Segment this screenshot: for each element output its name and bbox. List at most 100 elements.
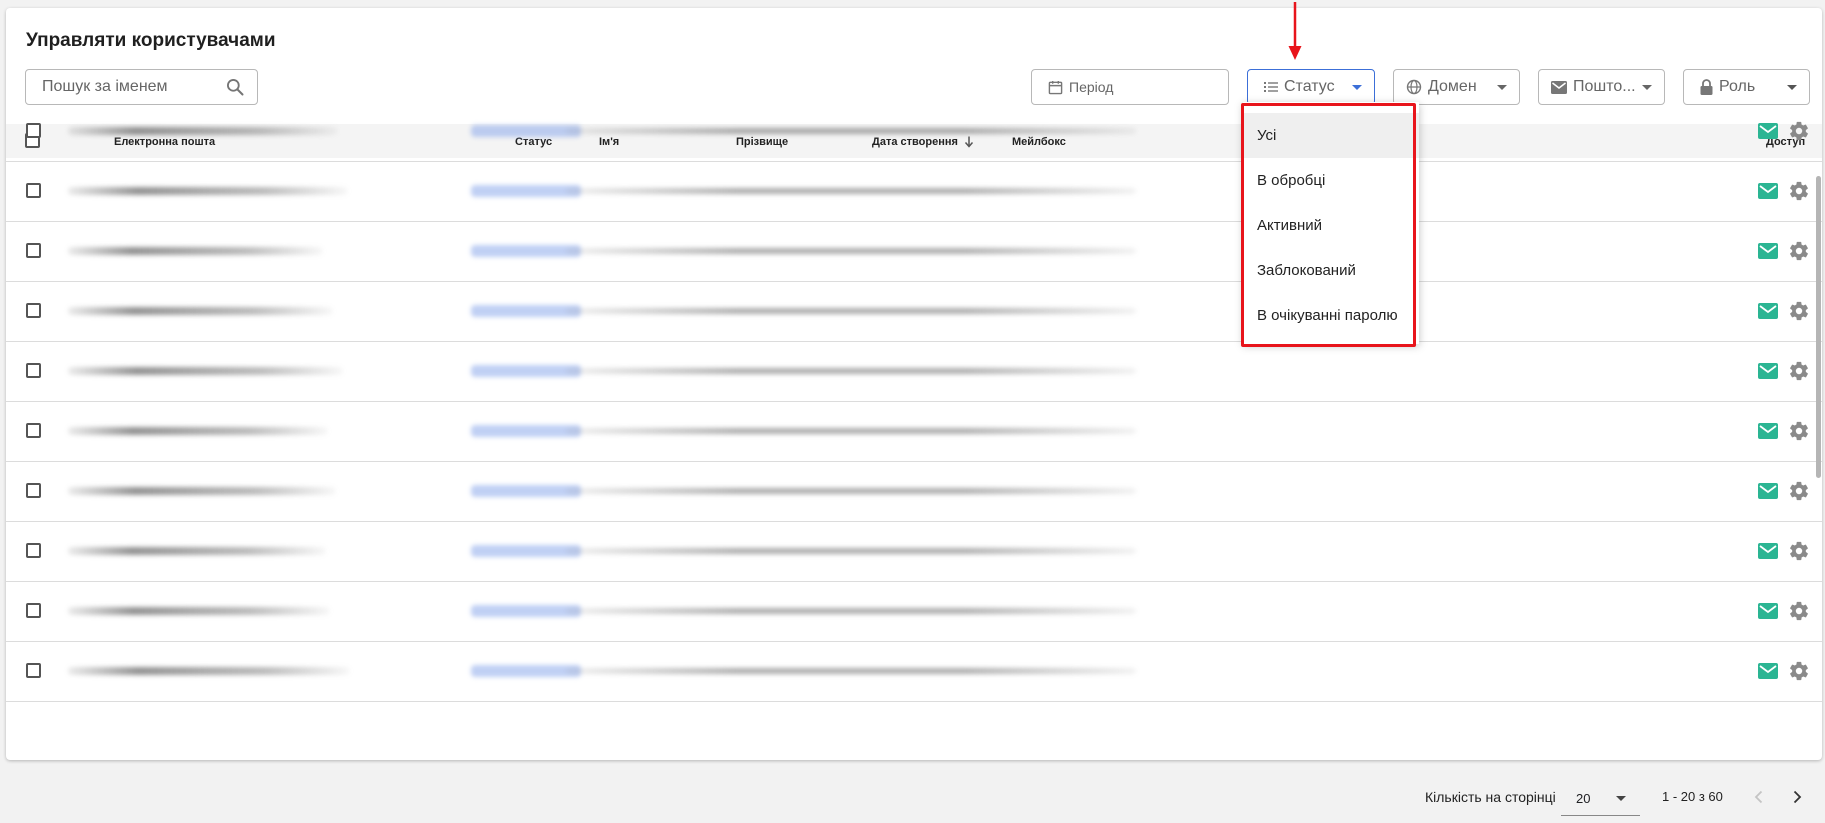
redacted-status: [471, 125, 581, 137]
redacted-status: [471, 425, 581, 437]
table-row[interactable]: [6, 161, 1822, 222]
envelope-icon: [1551, 80, 1567, 94]
chevron-down-icon: [1787, 84, 1797, 90]
mail-icon[interactable]: [1758, 423, 1778, 439]
redacted-status: [471, 245, 581, 257]
redacted-details: [566, 248, 1136, 254]
row-checkbox[interactable]: [26, 543, 41, 558]
redacted-details: [566, 668, 1136, 674]
mail-icon[interactable]: [1758, 543, 1778, 559]
gear-icon[interactable]: [1788, 540, 1810, 562]
table-row[interactable]: [6, 341, 1822, 402]
list-icon: [1264, 82, 1278, 92]
search-icon[interactable]: [225, 77, 245, 97]
globe-icon: [1406, 79, 1422, 95]
redacted-details: [566, 128, 1136, 134]
page-title: Управляти користувачами: [26, 30, 276, 51]
mail-icon[interactable]: [1758, 123, 1778, 139]
redacted-status: [471, 545, 581, 557]
row-checkbox[interactable]: [26, 303, 41, 318]
gear-icon[interactable]: [1788, 360, 1810, 382]
red-arrow-annotation: [1288, 2, 1302, 60]
gear-icon[interactable]: [1788, 480, 1810, 502]
gear-icon[interactable]: [1788, 240, 1810, 262]
gear-icon[interactable]: [1788, 420, 1810, 442]
row-checkbox[interactable]: [26, 123, 41, 138]
row-checkbox[interactable]: [26, 603, 41, 618]
redacted-email: [68, 607, 330, 615]
status-option-active[interactable]: Активний: [1243, 203, 1419, 248]
redacted-status: [471, 605, 581, 617]
table-row[interactable]: [6, 641, 1822, 702]
redacted-status: [471, 305, 581, 317]
table-row[interactable]: [6, 581, 1822, 642]
table-row[interactable]: [6, 401, 1822, 462]
chevron-down-icon: [1642, 84, 1652, 90]
mail-icon[interactable]: [1758, 363, 1778, 379]
row-checkbox[interactable]: [26, 243, 41, 258]
mail-icon[interactable]: [1758, 663, 1778, 679]
redacted-details: [566, 488, 1136, 494]
role-filter-label: Роль: [1719, 78, 1756, 95]
chevron-down-icon: [1616, 796, 1626, 801]
redacted-details: [566, 308, 1136, 314]
scrollbar-thumb[interactable]: [1816, 176, 1821, 478]
gear-icon[interactable]: [1788, 120, 1810, 142]
table-row[interactable]: [6, 281, 1822, 342]
domain-filter[interactable]: Домен: [1393, 69, 1520, 105]
row-checkbox[interactable]: [26, 483, 41, 498]
table-row[interactable]: [6, 101, 1822, 162]
table-row[interactable]: [6, 521, 1822, 582]
redacted-status: [471, 485, 581, 497]
mail-icon[interactable]: [1758, 303, 1778, 319]
users-panel: Управляти користувачами Період Статус: [6, 8, 1822, 760]
chevron-left-icon[interactable]: [1753, 790, 1765, 804]
period-filter[interactable]: Період: [1031, 69, 1229, 105]
redacted-details: [566, 368, 1136, 374]
redacted-details: [566, 428, 1136, 434]
per-page-label: Кількість на сторінці: [1425, 789, 1556, 805]
table-row[interactable]: [6, 461, 1822, 522]
redacted-email: [68, 187, 348, 195]
redacted-email: [68, 307, 333, 315]
table-row[interactable]: [6, 221, 1822, 282]
gear-icon[interactable]: [1788, 660, 1810, 682]
redacted-email: [68, 427, 328, 435]
period-filter-label: Період: [1069, 79, 1114, 95]
mail-icon[interactable]: [1758, 603, 1778, 619]
mail-icon[interactable]: [1758, 483, 1778, 499]
status-option-pending-password[interactable]: В очікуванні паролю: [1243, 293, 1419, 338]
per-page-select[interactable]: 20: [1561, 779, 1640, 816]
mailbox-filter[interactable]: Пошто...: [1538, 69, 1665, 105]
row-checkbox[interactable]: [26, 363, 41, 378]
chevron-down-icon: [1497, 84, 1507, 90]
row-checkbox[interactable]: [26, 423, 41, 438]
status-option-all[interactable]: Усі: [1243, 113, 1419, 158]
lock-icon: [1700, 79, 1713, 95]
search-field[interactable]: [25, 69, 258, 105]
domain-filter-label: Домен: [1428, 78, 1477, 95]
mail-icon[interactable]: [1758, 243, 1778, 259]
per-page-value: 20: [1576, 791, 1591, 806]
row-checkbox[interactable]: [26, 183, 41, 198]
mail-icon[interactable]: [1758, 183, 1778, 199]
gear-icon[interactable]: [1788, 300, 1810, 322]
role-filter[interactable]: Роль: [1683, 69, 1810, 105]
redacted-email: [68, 367, 343, 375]
redacted-details: [566, 188, 1136, 194]
chevron-down-icon: [1352, 84, 1362, 90]
status-option-blocked[interactable]: Заблокований: [1243, 248, 1419, 293]
status-filter[interactable]: Статус: [1247, 69, 1375, 105]
gear-icon[interactable]: [1788, 180, 1810, 202]
chevron-right-icon[interactable]: [1791, 790, 1803, 804]
redacted-details: [566, 608, 1136, 614]
redacted-details: [566, 548, 1136, 554]
row-checkbox[interactable]: [26, 663, 41, 678]
pagination-range: 1 - 20 з 60: [1662, 789, 1723, 804]
status-dropdown-menu: Усі В обробці Активний Заблокований В оч…: [1243, 102, 1419, 344]
search-input[interactable]: [40, 77, 225, 97]
redacted-email: [68, 547, 326, 555]
redacted-status: [471, 665, 581, 677]
gear-icon[interactable]: [1788, 600, 1810, 622]
status-option-processing[interactable]: В обробці: [1243, 158, 1419, 203]
